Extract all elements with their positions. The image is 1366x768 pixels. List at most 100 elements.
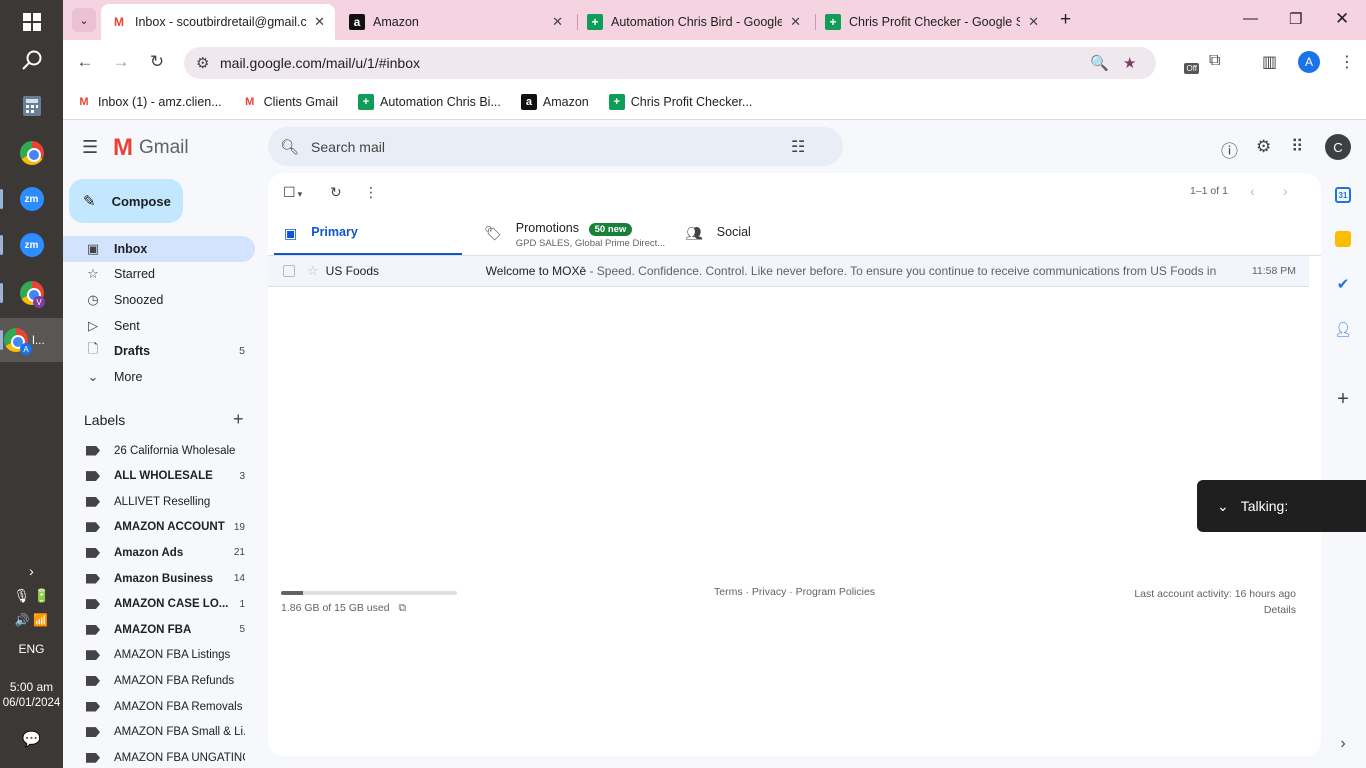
sidebar-item-starred[interactable]: ☆ Starred <box>63 261 255 287</box>
browser-menu-icon[interactable]: ⋮ <box>1339 52 1355 72</box>
label-item[interactable]: ALL WHOLESALE 3 <box>63 464 255 489</box>
contacts-icon[interactable]: 👤︎ <box>1334 321 1352 337</box>
clock-date[interactable]: 06/01/2024 <box>0 697 63 709</box>
account-avatar[interactable]: C <box>1325 134 1351 160</box>
volume-wifi-icons[interactable]: 🔊 📶 <box>0 613 63 627</box>
bookmark-automation[interactable]: + Automation Chris Bi... <box>357 93 501 110</box>
bookmark-star-icon[interactable]: ★ <box>1123 54 1136 72</box>
close-tab-icon[interactable]: ✕ <box>790 14 801 30</box>
star-icon[interactable]: ☆ <box>307 263 319 279</box>
tab-search-chevron-icon[interactable]: ⌄ <box>72 8 96 32</box>
label-item[interactable]: Amazon Business 14 <box>63 566 255 591</box>
close-tab-icon[interactable]: ✕ <box>552 14 563 30</box>
taskbar-zoom-2[interactable]: zm <box>0 223 63 267</box>
show-side-panel-chevron-icon[interactable]: › <box>1335 735 1351 752</box>
bookmark-clients-gmail[interactable]: M Clients Gmail <box>242 94 338 110</box>
zoom-magnifier-icon[interactable]: 🔍 <box>1090 54 1109 72</box>
google-apps-icon[interactable]: ⠿ <box>1291 137 1303 157</box>
talking-indicator[interactable]: ⌄ Talking: <box>1197 480 1366 532</box>
site-info-icon[interactable]: ⚙ <box>196 54 209 72</box>
email-row[interactable]: ☆ US Foods Welcome to MOXē - Speed. Conf… <box>268 256 1309 287</box>
open-external-icon[interactable]: ⧉ <box>399 602 407 614</box>
tab-primary[interactable]: ▣ Primary <box>274 218 462 256</box>
taskbar-chrome-profile-v[interactable]: V <box>0 271 63 315</box>
label-item[interactable]: 26 California Wholesale <box>63 438 255 463</box>
label-item[interactable]: AMAZON FBA Small & Li... <box>63 720 255 745</box>
gmail-logo[interactable]: M Gmail <box>113 134 189 162</box>
close-tab-icon[interactable]: ✕ <box>314 14 325 30</box>
tab-label: Primary <box>311 225 358 239</box>
sidebar-item-snoozed[interactable]: ◷ Snoozed <box>63 287 255 313</box>
label-item[interactable]: AMAZON FBA Refunds <box>63 668 255 693</box>
details-link[interactable]: Details <box>1134 602 1296 618</box>
sidebar-item-more[interactable]: ⌄ More <box>63 364 255 390</box>
search-input[interactable] <box>311 138 792 155</box>
browser-profile-avatar[interactable]: A <box>1298 51 1320 73</box>
tab-social[interactable]: 👥︎ Social <box>685 218 885 256</box>
bookmark-amazon[interactable]: a Amazon <box>520 93 589 110</box>
taskbar-chrome-profile-a[interactable]: A l... <box>0 318 63 362</box>
select-all-checkbox[interactable]: ☐ ▾ <box>283 184 302 201</box>
keep-icon[interactable] <box>1335 231 1351 247</box>
older-chevron-right-icon[interactable]: › <box>1283 183 1288 199</box>
sidebar-item-sent[interactable]: ▷ Sent <box>63 313 255 339</box>
side-panel-icon[interactable]: ▥ <box>1262 52 1277 72</box>
label-item[interactable]: AMAZON ACCOUNT 19 <box>63 515 255 540</box>
taskbar-calculator[interactable] <box>0 84 63 128</box>
tab-automation-sheet[interactable]: + Automation Chris Bird - Google ✕ <box>577 4 811 40</box>
create-label-plus-icon[interactable]: + <box>233 409 244 430</box>
address-bar[interactable]: ⚙ mail.google.com/mail/u/1/#inbox 🔍 ★ <box>184 47 1156 79</box>
tab-promotions[interactable]: 🏷︎ Promotions 50 new GPD SALES, Global P… <box>484 218 684 256</box>
search-icon[interactable]: 🔍︎ <box>280 138 299 156</box>
tasks-icon[interactable]: ✔ <box>1335 276 1351 293</box>
close-tab-icon[interactable]: ✕ <box>1028 14 1039 30</box>
search-options-icon[interactable]: ☷ <box>791 137 805 157</box>
forward-arrow-icon[interactable]: → <box>111 52 131 72</box>
email-checkbox[interactable] <box>283 265 295 277</box>
restore-window-icon[interactable]: ❐ <box>1289 10 1302 28</box>
mic-battery-icons[interactable]: 🎙 🔋 <box>0 588 63 604</box>
bookmark-profit-checker[interactable]: + Chris Profit Checker... <box>608 93 752 110</box>
sidebar-item-inbox[interactable]: ▣ Inbox <box>63 236 255 262</box>
notifications-icon[interactable]: 💬 <box>0 730 63 748</box>
support-help-icon[interactable]: ⓘ <box>1221 137 1238 162</box>
bookmark-inbox[interactable]: M Inbox (1) - amz.clien... <box>76 94 221 110</box>
extension-toggle[interactable]: Off <box>1175 52 1199 74</box>
tab-gmail-inbox[interactable]: M Inbox - scoutbirdretail@gmail.c ✕ <box>101 4 335 40</box>
close-window-icon[interactable]: ✕ <box>1335 9 1349 29</box>
refresh-icon[interactable]: ↻ <box>330 184 342 201</box>
label-item[interactable]: ALLIVET Reselling <box>63 489 255 514</box>
url-text: mail.google.com/mail/u/1/#inbox <box>220 55 420 71</box>
chevron-down-icon[interactable]: ⌄ <box>1217 498 1229 515</box>
label-item[interactable]: AMAZON FBA Listings <box>63 643 255 668</box>
tab-amazon[interactable]: a Amazon ✕ <box>339 4 573 40</box>
minimize-window-icon[interactable]: — <box>1243 10 1258 27</box>
compose-button[interactable]: ✎ Compose <box>69 179 183 223</box>
language-indicator[interactable]: ENG <box>0 642 63 656</box>
label-item[interactable]: AMAZON FBA Removals <box>63 694 255 719</box>
label-item[interactable]: AMAZON FBA 5 <box>63 617 255 642</box>
get-addons-plus-icon[interactable]: + <box>1335 388 1351 410</box>
taskbar-zoom-1[interactable]: zm <box>0 177 63 221</box>
taskbar-chrome[interactable] <box>0 131 63 175</box>
gmail-icon: M <box>114 15 124 29</box>
reload-icon[interactable]: ↻ <box>147 52 167 72</box>
calendar-icon[interactable]: 31 <box>1335 187 1351 203</box>
main-menu-icon[interactable]: ☰ <box>82 137 98 158</box>
taskbar-search-button[interactable] <box>0 38 63 82</box>
sidebar-item-drafts[interactable]: 🗋 Drafts 5 <box>63 338 255 364</box>
new-tab-plus-icon[interactable]: + <box>1060 9 1071 31</box>
select-dropdown-icon[interactable]: ▾ <box>298 189 303 199</box>
show-hidden-icons-chevron-icon[interactable]: › <box>0 563 63 579</box>
clock-time[interactable]: 5:00 am <box>0 680 63 694</box>
label-item[interactable]: AMAZON CASE LO... 1 <box>63 592 255 617</box>
label-item[interactable]: Amazon Ads 21 <box>63 540 255 565</box>
tab-profit-checker[interactable]: + Chris Profit Checker - Google S ✕ <box>815 4 1049 40</box>
extensions-puzzle-icon[interactable]: ⧉ <box>1209 52 1220 70</box>
label-item[interactable]: AMAZON FBA UNGATING <box>63 745 255 768</box>
footer-links[interactable]: Terms · Privacy · Program Policies <box>714 586 875 598</box>
newer-chevron-left-icon[interactable]: ‹ <box>1250 183 1255 199</box>
more-options-icon[interactable]: ⋮ <box>364 184 378 201</box>
settings-gear-icon[interactable]: ⚙ <box>1256 137 1271 157</box>
back-arrow-icon[interactable]: ← <box>75 52 95 72</box>
